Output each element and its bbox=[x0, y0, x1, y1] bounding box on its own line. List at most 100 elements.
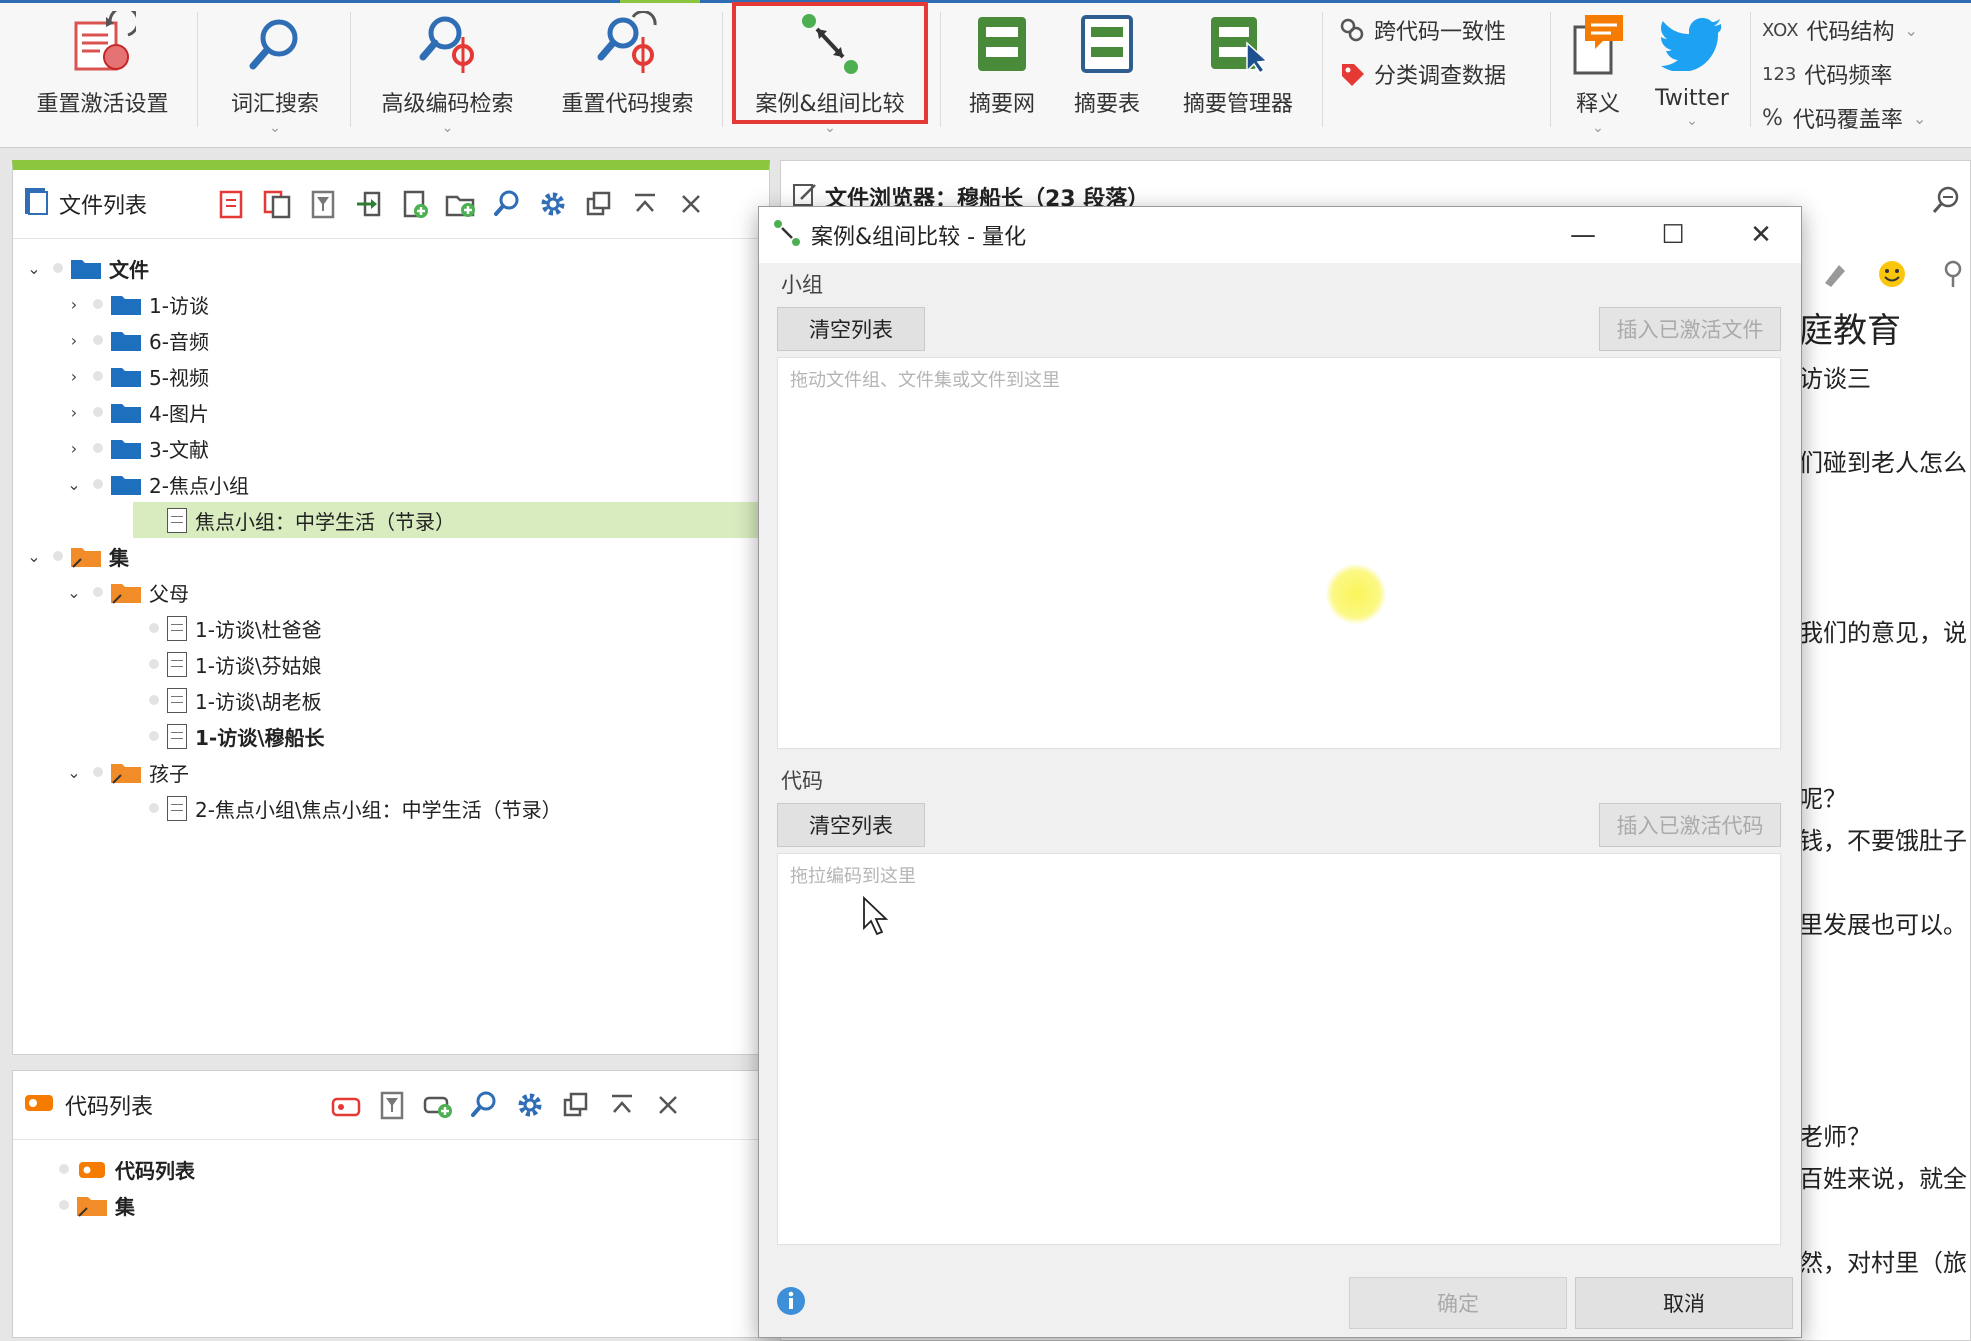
summary-table-icon bbox=[1079, 8, 1135, 80]
code-drop-placeholder: 拖拉编码到这里 bbox=[790, 866, 916, 887]
code-coverage-button[interactable]: % 代码覆盖率 ⌄ bbox=[1762, 102, 1926, 134]
zoom-icon[interactable] bbox=[1931, 185, 1961, 219]
tree-item-interviews[interactable]: › 1-访谈 bbox=[61, 286, 209, 322]
chevron-right-icon[interactable]: › bbox=[61, 403, 87, 422]
code-structure-button[interactable]: XOX 代码结构 ⌄ bbox=[1762, 14, 1918, 46]
chevron-down-icon[interactable]: ⌄ bbox=[21, 259, 47, 278]
copy-docs-icon[interactable] bbox=[254, 189, 300, 219]
chevron-down-icon[interactable]: ⌄ bbox=[442, 120, 454, 136]
document-edit-icon bbox=[167, 723, 187, 749]
lexical-search-button[interactable]: 词汇搜索 ⌄ bbox=[210, 4, 340, 136]
tree-item-focus-group[interactable]: ⌄ 2-焦点小组 bbox=[61, 466, 249, 502]
tree-item-doc-fen[interactable]: 1-访谈\芬姑娘 bbox=[133, 646, 322, 682]
tree-item-code-sets[interactable]: 集 bbox=[53, 1187, 135, 1223]
summary-table-button[interactable]: 摘要表 bbox=[1055, 4, 1159, 136]
intercoder-agreement-button[interactable]: 跨代码一致性 bbox=[1336, 14, 1506, 46]
clipboard-icon[interactable] bbox=[208, 189, 254, 219]
paraphrase-button[interactable]: 释义 ⌄ bbox=[1558, 4, 1638, 136]
reset-activation-button[interactable]: 重置激活设置 bbox=[20, 4, 185, 136]
code-list-header: 代码列表 bbox=[13, 1071, 769, 1140]
maximize-button[interactable]: ☐ bbox=[1629, 207, 1717, 263]
folder-icon bbox=[111, 329, 141, 351]
filter-code-icon[interactable] bbox=[369, 1090, 415, 1120]
import-icon[interactable] bbox=[346, 189, 392, 219]
gear-icon[interactable] bbox=[507, 1091, 553, 1119]
tree-item-code-system[interactable]: 代码列表 bbox=[53, 1151, 195, 1187]
chevron-down-icon[interactable]: ⌄ bbox=[1686, 113, 1698, 129]
summary-table-label: 摘要表 bbox=[1073, 92, 1140, 117]
minimize-button[interactable]: — bbox=[1539, 207, 1627, 263]
ribbon-separator bbox=[940, 12, 941, 127]
reset-code-search-button[interactable]: 重置代码搜索 bbox=[545, 4, 710, 136]
gear-icon[interactable] bbox=[530, 190, 576, 218]
new-code-icon[interactable] bbox=[323, 1091, 369, 1119]
tree-item-files-root[interactable]: ⌄ 文件 bbox=[21, 250, 149, 286]
insert-active-codes-button[interactable]: 插入已激活代码 bbox=[1599, 803, 1781, 847]
tree-item-doc-focus-shortcut[interactable]: 2-焦点小组\焦点小组：中学生活（节录） bbox=[133, 790, 562, 826]
chevron-down-icon[interactable]: ⌄ bbox=[1913, 109, 1926, 128]
advanced-coding-search-button[interactable]: 高级编码检索 ⌄ bbox=[365, 4, 530, 136]
set-folder-icon bbox=[71, 545, 101, 568]
chevron-right-icon[interactable]: › bbox=[61, 331, 87, 350]
tree-item-video[interactable]: › 5-视频 bbox=[61, 358, 209, 394]
doc-line: 们碰到老人怎么 bbox=[1799, 449, 1967, 477]
document-shortcut-icon bbox=[167, 795, 187, 821]
tree-item-audio[interactable]: › 6-音频 bbox=[61, 322, 209, 358]
chevron-down-icon[interactable]: ⌄ bbox=[269, 120, 281, 136]
summary-grid-button[interactable]: 摘要网 bbox=[950, 4, 1054, 136]
tree-item-sets-root[interactable]: ⌄ 集 bbox=[21, 538, 129, 574]
search-icon[interactable] bbox=[484, 189, 530, 219]
tree-item-doc-du[interactable]: 1-访谈\杜爸爸 bbox=[133, 610, 322, 646]
ribbon-separator bbox=[197, 12, 198, 127]
chevron-down-icon[interactable]: ⌄ bbox=[61, 583, 87, 602]
tool-icon[interactable] bbox=[1941, 259, 1967, 293]
tree-item-parents-set[interactable]: ⌄ 父母 bbox=[61, 574, 189, 610]
chevron-right-icon[interactable]: › bbox=[61, 295, 87, 314]
add-code-set-icon[interactable] bbox=[415, 1090, 461, 1120]
close-icon[interactable] bbox=[668, 192, 714, 216]
tree-item-literature[interactable]: › 3-文献 bbox=[61, 430, 209, 466]
chevron-right-icon[interactable]: › bbox=[61, 367, 87, 386]
collapse-up-icon[interactable] bbox=[622, 191, 668, 217]
summary-manager-button[interactable]: 摘要管理器 bbox=[1168, 4, 1308, 136]
search-icon[interactable] bbox=[461, 1090, 507, 1120]
close-icon[interactable] bbox=[645, 1093, 691, 1117]
group-drop-zone[interactable]: 拖动文件组、文件集或文件到这里 bbox=[777, 357, 1781, 749]
tree-item-doc-mu[interactable]: 1-访谈\穆船长 bbox=[133, 718, 325, 754]
highlighter-icon[interactable] bbox=[1819, 259, 1849, 293]
filter-doc-icon[interactable] bbox=[300, 189, 346, 219]
cursor-highlight bbox=[1326, 564, 1386, 624]
chevron-down-icon[interactable]: ⌄ bbox=[61, 763, 87, 782]
info-icon[interactable] bbox=[775, 1285, 807, 1321]
folder-icon bbox=[111, 437, 141, 459]
undock-icon[interactable] bbox=[576, 190, 622, 218]
case-group-comparison-dialog: 案例&组间比较 - 量化 — ☐ ✕ 小组 清空列表 插入已激活文件 拖动文件组… bbox=[758, 206, 1802, 1338]
twitter-button[interactable]: Twitter ⌄ bbox=[1642, 4, 1742, 136]
code-drop-zone[interactable]: 拖拉编码到这里 bbox=[777, 853, 1781, 1245]
chevron-down-icon[interactable]: ⌄ bbox=[21, 547, 47, 566]
chevron-down-icon[interactable]: ⌄ bbox=[1592, 120, 1604, 136]
tree-item-doc-hu[interactable]: 1-访谈\胡老板 bbox=[133, 682, 322, 718]
tree-item-children-set[interactable]: ⌄ 孩子 bbox=[61, 754, 189, 790]
clear-codes-button[interactable]: 清空列表 bbox=[777, 803, 925, 847]
close-button[interactable]: ✕ bbox=[1717, 207, 1805, 263]
insert-active-files-button[interactable]: 插入已激活文件 bbox=[1599, 307, 1781, 351]
chevron-right-icon[interactable]: › bbox=[61, 439, 87, 458]
chevron-down-icon[interactable]: ⌄ bbox=[61, 475, 87, 494]
group-drop-placeholder: 拖动文件组、文件集或文件到这里 bbox=[790, 370, 1060, 391]
ok-button[interactable]: 确定 bbox=[1349, 1277, 1567, 1329]
clear-groups-button[interactable]: 清空列表 bbox=[777, 307, 925, 351]
cancel-button[interactable]: 取消 bbox=[1575, 1277, 1793, 1329]
tree-item-label: 焦点小组：中学生活（节录） bbox=[195, 509, 455, 534]
new-folder-icon[interactable] bbox=[438, 189, 484, 219]
tree-item-images[interactable]: › 4-图片 bbox=[61, 394, 209, 430]
survey-data-button[interactable]: 分类调查数据 bbox=[1336, 58, 1506, 90]
code-frequency-label: 代码频率 bbox=[1804, 64, 1893, 89]
new-document-icon[interactable] bbox=[392, 189, 438, 219]
emoji-icon[interactable] bbox=[1877, 259, 1907, 293]
collapse-up-icon[interactable] bbox=[599, 1092, 645, 1118]
code-frequency-button[interactable]: 123 代码频率 bbox=[1762, 58, 1892, 90]
undock-icon[interactable] bbox=[553, 1091, 599, 1119]
tree-item-focus-group-doc[interactable]: 焦点小组：中学生活（节录） bbox=[133, 502, 769, 538]
chevron-down-icon[interactable]: ⌄ bbox=[1905, 21, 1918, 40]
